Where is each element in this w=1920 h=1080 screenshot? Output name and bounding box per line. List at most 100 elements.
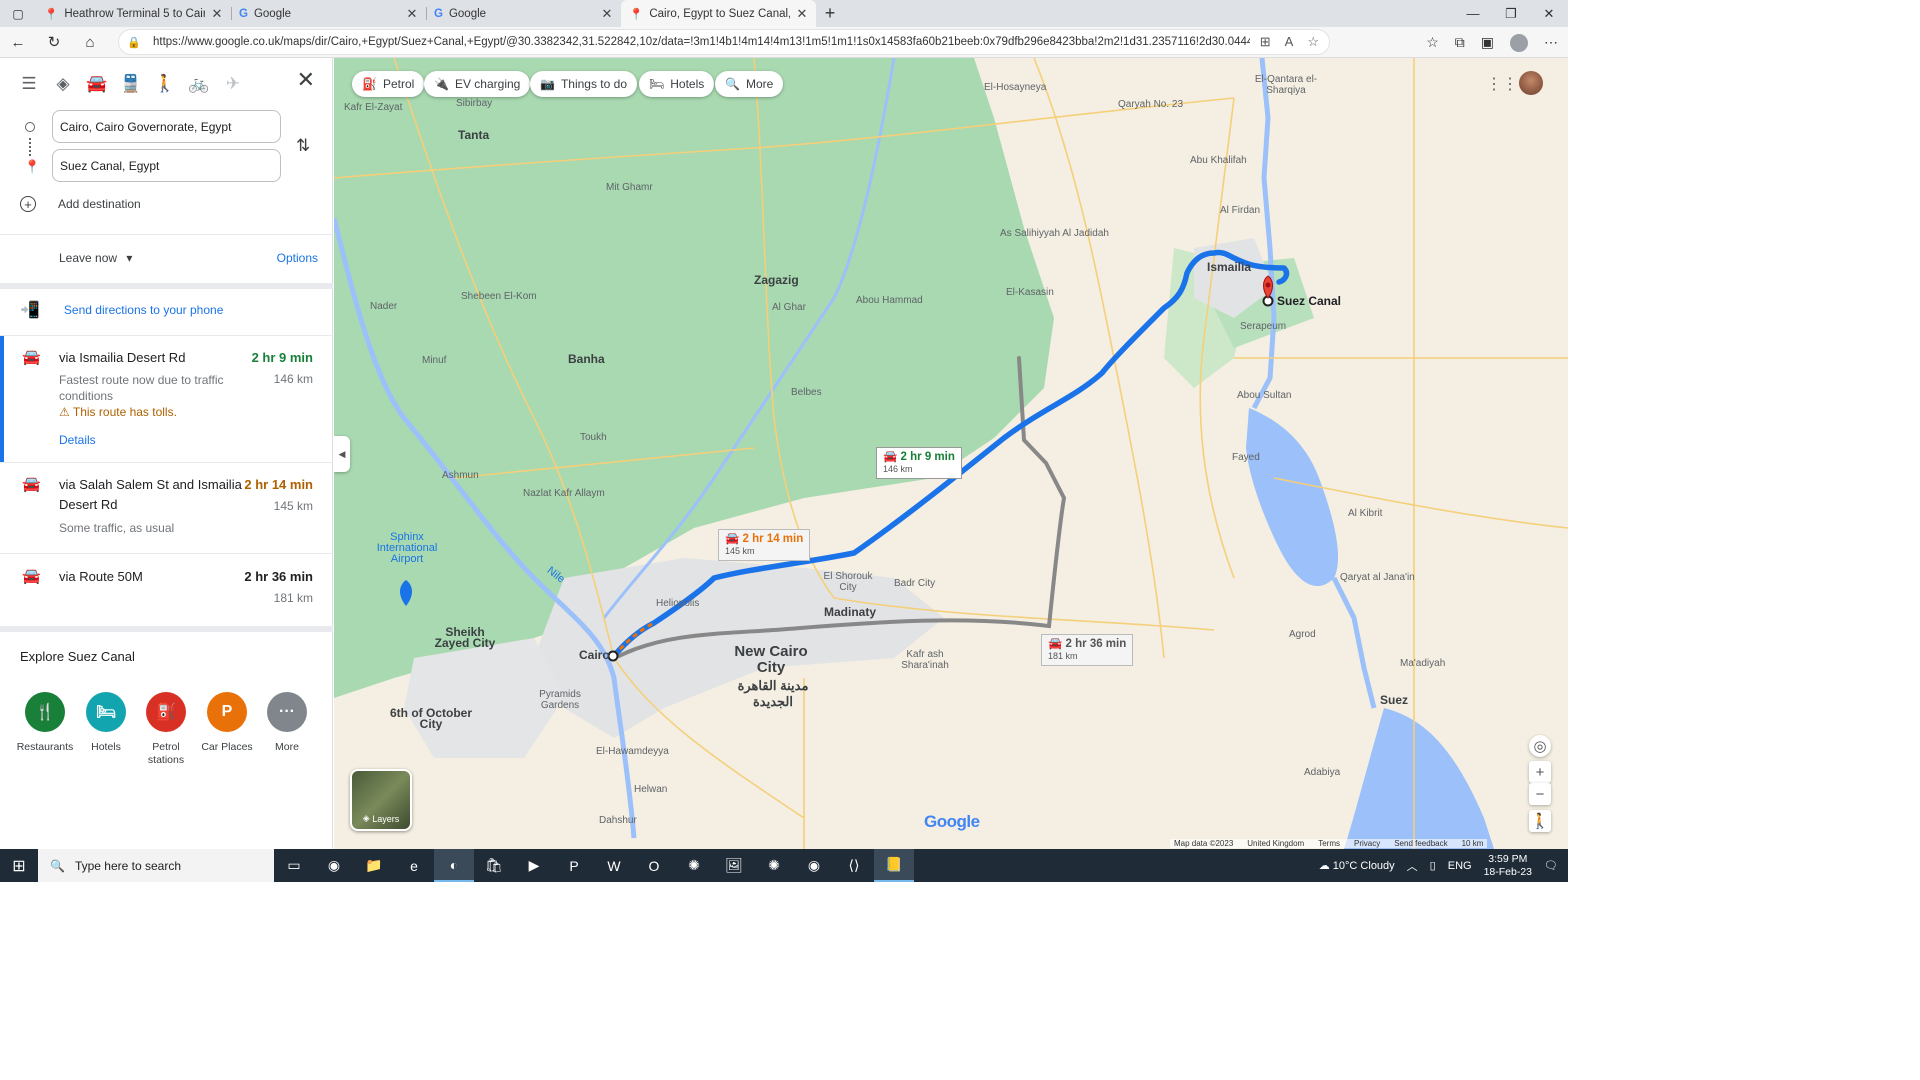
place-label[interactable]: Qaryat al Jana'in	[1340, 572, 1415, 583]
origin-marker[interactable]	[607, 650, 619, 662]
place-label[interactable]: El-Hawamdeyya	[596, 746, 669, 757]
route-option[interactable]: 🚘 via Ismailia Desert Rd 2 hr 9 min 146 …	[0, 348, 333, 458]
back-icon[interactable]: ←	[0, 27, 36, 58]
explore-more-button[interactable]: ··· More	[257, 692, 317, 754]
send-feedback-link[interactable]: Send feedback	[1394, 839, 1447, 848]
outlook-icon[interactable]: O	[634, 849, 674, 882]
lock-icon[interactable]: 🔒	[127, 36, 153, 49]
explore-hotels-button[interactable]: 🛏 Hotels	[76, 692, 136, 754]
place-label[interactable]: Cairo	[579, 649, 610, 661]
settings-more-icon[interactable]: ⋯	[1544, 34, 1558, 51]
browser-tab[interactable]: 📍 Heathrow Terminal 5 to Cairo, Eg ✕	[36, 0, 231, 27]
account-avatar[interactable]	[1519, 71, 1543, 95]
explore-petrol-button[interactable]: ⛽ Petrol stations	[136, 692, 196, 767]
sticky-notes-icon[interactable]: 📒	[874, 849, 914, 882]
place-label[interactable]: Shebeen El-Kom	[461, 291, 537, 302]
ev-charging-chip[interactable]: 🔌 EV charging	[424, 71, 531, 97]
explore-car-places-button[interactable]: P Car Places	[197, 692, 257, 754]
file-explorer-icon[interactable]: 📁	[354, 849, 394, 882]
restore-icon[interactable]: ❐	[1492, 0, 1530, 27]
terms-link[interactable]: Terms	[1318, 839, 1340, 848]
region-link[interactable]: United Kingdom	[1247, 839, 1304, 848]
place-label[interactable]: Al Kibrit	[1348, 508, 1382, 519]
network-icon[interactable]: ▯	[1430, 859, 1436, 872]
place-label[interactable]: Fayed	[1232, 452, 1260, 463]
url-text[interactable]: https://www.google.co.uk/maps/dir/Cairo,…	[153, 36, 1250, 48]
store-icon[interactable]: 🛍	[474, 849, 514, 882]
place-label[interactable]: 6th of October City	[386, 707, 476, 730]
place-label[interactable]: As Salihiyyah Al Jadidah	[1000, 228, 1109, 239]
chrome-icon[interactable]: ◉	[314, 849, 354, 882]
route-option[interactable]: 🚘 via Salah Salem St and Ismailia Desert…	[0, 475, 333, 545]
place-label[interactable]: Minuf	[422, 355, 446, 366]
place-label[interactable]: Sibirbay	[456, 98, 492, 109]
app-install-icon[interactable]: ⊞	[1260, 34, 1271, 50]
new-tab-button[interactable]: +	[816, 0, 844, 27]
layers-button[interactable]: ◈ Layers	[350, 769, 412, 831]
address-bar[interactable]: 🔒 https://www.google.co.uk/maps/dir/Cair…	[118, 29, 1330, 55]
media-player-icon[interactable]: ▶	[514, 849, 554, 882]
place-label[interactable]: Kafr ash Shara'inah	[896, 649, 954, 671]
place-label[interactable]: Badr City	[894, 578, 935, 589]
place-label[interactable]: Mit Ghamr	[606, 182, 653, 193]
place-label[interactable]: Agrod	[1289, 629, 1316, 640]
clock[interactable]: 3:59 PM 18-Feb-23	[1484, 853, 1532, 879]
minimize-icon[interactable]: —	[1454, 0, 1492, 27]
internet-explorer-icon[interactable]: e	[394, 849, 434, 882]
scale-bar[interactable]: 10 km	[1462, 839, 1484, 848]
powerpoint-icon[interactable]: P	[554, 849, 594, 882]
route-option[interactable]: 🚘 via Route 50M 2 hr 36 min 181 km	[0, 567, 333, 612]
extensions-icon[interactable]: ▣	[1481, 34, 1494, 51]
add-destination-button[interactable]: + Add destination	[20, 196, 141, 212]
chrome-icon[interactable]: ◉	[794, 849, 834, 882]
tab-close-icon[interactable]: ✕	[601, 6, 613, 22]
explore-restaurants-button[interactable]: 🍴 Restaurants	[15, 692, 75, 754]
close-window-icon[interactable]: ✕	[1530, 0, 1568, 27]
place-label[interactable]: Banha	[568, 353, 605, 365]
place-label-arabic[interactable]: مدينة القاهرة الجديدة	[728, 678, 818, 710]
place-label[interactable]: El-Kasasin	[1006, 287, 1054, 298]
route-time-label[interactable]: 🚘 2 hr 14 min 145 km	[718, 529, 811, 561]
language-indicator[interactable]: ENG	[1448, 860, 1472, 872]
place-label[interactable]: Belbes	[791, 387, 822, 398]
taskbar-search[interactable]: 🔍 Type here to search	[38, 849, 274, 882]
home-icon[interactable]: ⌂	[72, 27, 108, 58]
place-label[interactable]: Adabiya	[1304, 767, 1340, 778]
my-location-icon[interactable]: ◎	[1529, 735, 1551, 757]
tab-close-icon[interactable]: ✕	[406, 6, 418, 22]
app-icon[interactable]: ✺	[754, 849, 794, 882]
place-label[interactable]: Abou Sultan	[1237, 390, 1292, 401]
place-label[interactable]: Nazlat Kafr Allaym	[523, 488, 605, 499]
place-label[interactable]: Al Ghar	[772, 302, 806, 313]
bike-mode-icon[interactable]: 🚲	[182, 67, 216, 101]
menu-icon[interactable]: ☰	[12, 67, 46, 101]
place-label[interactable]: Qaryah No. 23	[1118, 99, 1183, 110]
place-label[interactable]: Kafr El-Zayat	[344, 102, 402, 113]
favorites-icon[interactable]: ☆	[1426, 34, 1439, 51]
origin-input[interactable]: Cairo, Cairo Governorate, Egypt	[52, 110, 281, 143]
route-time-label[interactable]: 🚘 2 hr 36 min 181 km	[1041, 634, 1134, 666]
place-label[interactable]: Madinaty	[824, 606, 876, 618]
collapse-panel-button[interactable]: ◀	[334, 436, 350, 472]
tray-chevron-icon[interactable]: ︿	[1407, 858, 1418, 874]
place-label[interactable]: Tanta	[458, 129, 489, 141]
place-label[interactable]: Ismailia	[1207, 261, 1251, 273]
edge-icon[interactable]: ◐	[434, 849, 474, 882]
place-label[interactable]: El-Hosayneya	[984, 82, 1046, 93]
place-label[interactable]: Dahshur	[599, 815, 637, 826]
browser-tab[interactable]: G Google ✕	[426, 0, 621, 27]
zoom-in-button[interactable]: +	[1529, 761, 1551, 783]
best-mode-icon[interactable]: ◈	[46, 67, 80, 101]
browser-tab[interactable]: G Google ✕	[231, 0, 426, 27]
destination-label[interactable]: Suez Canal	[1277, 295, 1341, 307]
pegman-icon[interactable]: 🚶	[1529, 810, 1551, 832]
place-label[interactable]: Serapeum	[1240, 321, 1286, 332]
place-label[interactable]: El Shorouk City	[822, 571, 874, 593]
word-icon[interactable]: W	[594, 849, 634, 882]
task-view-icon[interactable]: ▭	[274, 849, 314, 882]
reload-icon[interactable]: ↻	[36, 27, 72, 58]
leave-now-dropdown[interactable]: Leave now ▾	[59, 251, 132, 265]
transit-mode-icon[interactable]: 🚆	[114, 67, 148, 101]
destination-input[interactable]: Suez Canal, Egypt	[52, 149, 281, 182]
car-mode-icon[interactable]: 🚘	[80, 67, 114, 101]
